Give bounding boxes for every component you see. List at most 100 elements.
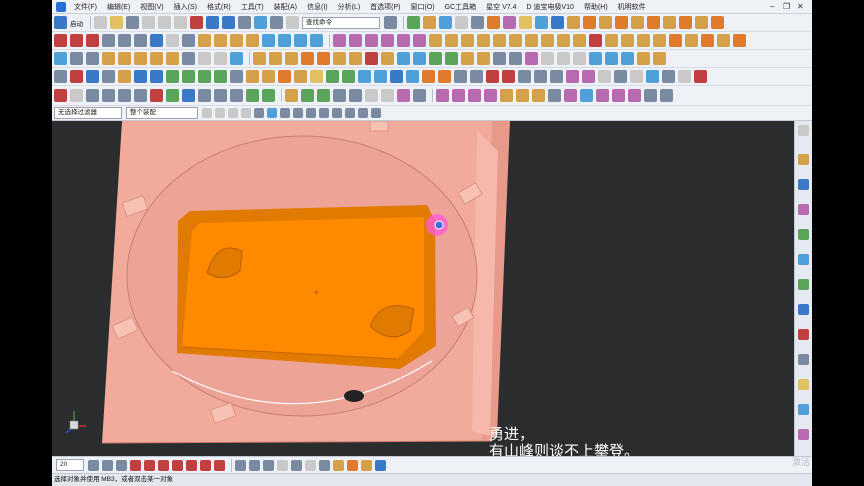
quadrant-point-icon[interactable]: [306, 108, 316, 118]
close-icon[interactable]: ✕: [797, 2, 804, 11]
lifter-icon[interactable]: [454, 70, 467, 83]
arrow-down-icon[interactable]: [182, 70, 195, 83]
electrode-spark-icon[interactable]: [326, 70, 339, 83]
mesh-icon[interactable]: [381, 89, 394, 102]
distance-icon[interactable]: [397, 89, 410, 102]
menu-xingkong[interactable]: 星空 V7.4: [481, 2, 521, 12]
patch-icon[interactable]: [573, 52, 586, 65]
surface-through-curves-icon[interactable]: [445, 34, 458, 47]
minimize-icon[interactable]: –: [770, 2, 774, 11]
existing-point-icon[interactable]: [358, 108, 368, 118]
part-navigator-icon[interactable]: [798, 154, 809, 165]
box-top-icon[interactable]: [599, 16, 612, 29]
section-analysis-icon[interactable]: [468, 89, 481, 102]
join-curve-icon[interactable]: [333, 34, 346, 47]
shaded-view-icon[interactable]: [347, 459, 358, 471]
polygon-icon[interactable]: [134, 34, 147, 47]
search-icon[interactable]: [384, 16, 397, 29]
menu-window[interactable]: 窗口(O): [406, 2, 440, 12]
slot-icon[interactable]: [166, 52, 179, 65]
scale-body-icon[interactable]: [493, 52, 506, 65]
replace-face-icon[interactable]: [413, 52, 426, 65]
insert-icon[interactable]: [470, 70, 483, 83]
cut-icon[interactable]: [142, 16, 155, 29]
menu-preferences[interactable]: 首选项(P): [365, 2, 405, 12]
synchronous-icon[interactable]: [589, 52, 602, 65]
box-back-icon[interactable]: [679, 16, 692, 29]
datum-plane-icon[interactable]: [230, 52, 243, 65]
pan-icon[interactable]: [130, 459, 141, 471]
draft-icon[interactable]: [349, 52, 362, 65]
history-icon[interactable]: [798, 279, 809, 290]
start-icon[interactable]: [54, 16, 67, 29]
text-icon[interactable]: [166, 34, 179, 47]
menu-file[interactable]: 文件(F): [69, 2, 102, 12]
electrode-design-icon[interactable]: [278, 70, 291, 83]
mirror-feature-icon[interactable]: [477, 52, 490, 65]
pattern-feature-icon[interactable]: [461, 52, 474, 65]
view-orient-icon[interactable]: [439, 16, 452, 29]
chain-icon[interactable]: [596, 89, 609, 102]
thicken-icon[interactable]: [541, 52, 554, 65]
circle-outline-icon[interactable]: [598, 70, 611, 83]
arc-icon[interactable]: [70, 34, 83, 47]
divide-curve-icon[interactable]: [349, 34, 362, 47]
restore-icon[interactable]: ❐: [783, 2, 790, 11]
pencil-icon[interactable]: [262, 89, 275, 102]
smooth-curve-icon[interactable]: [381, 34, 394, 47]
solid-box-icon[interactable]: [589, 34, 602, 47]
box-iso-icon[interactable]: [647, 16, 660, 29]
graphics-viewport[interactable]: + 勇进， 有山峰则谈不上攀登。: [52, 121, 794, 456]
center-point-icon[interactable]: [293, 108, 303, 118]
constraint-navigator-icon[interactable]: [798, 204, 809, 215]
electrode-drawing-icon[interactable]: [342, 70, 355, 83]
assembly-navigator-icon[interactable]: [798, 179, 809, 190]
solid-pad-icon[interactable]: [669, 34, 682, 47]
swap-icon[interactable]: [230, 89, 243, 102]
sketch-icon[interactable]: [54, 52, 67, 65]
process-studio-icon[interactable]: [798, 354, 809, 365]
ruler-icon[interactable]: [214, 89, 227, 102]
clock-icon[interactable]: [798, 304, 809, 315]
groove-icon[interactable]: [182, 52, 195, 65]
view-cube-icon[interactable]: [88, 459, 99, 471]
repeat-command-icon[interactable]: [238, 16, 251, 29]
offset-curve-icon[interactable]: [182, 34, 195, 47]
select-all-icon[interactable]: [215, 108, 225, 118]
menu-assembly[interactable]: 装配(A): [269, 2, 302, 12]
window-icon[interactable]: [270, 16, 283, 29]
split-body-icon[interactable]: [381, 52, 394, 65]
selection-scope-select[interactable]: 整个装配: [126, 107, 198, 119]
solid-cylinder-icon[interactable]: [605, 34, 618, 47]
menu-jiming-software[interactable]: 机明软件: [613, 2, 651, 12]
boss-icon[interactable]: [118, 52, 131, 65]
start-label[interactable]: 启动: [70, 18, 83, 28]
zoom-icon[interactable]: [116, 459, 127, 471]
inference-icon[interactable]: [186, 459, 197, 471]
extrude-icon[interactable]: [70, 52, 83, 65]
layer-icon[interactable]: [286, 16, 299, 29]
solid-boss-icon[interactable]: [685, 34, 698, 47]
surface-trim-icon[interactable]: [541, 34, 554, 47]
arrow-left-icon[interactable]: [134, 70, 147, 83]
sew-icon[interactable]: [557, 52, 570, 65]
render-view-icon[interactable]: [333, 459, 344, 471]
point-on-face-icon[interactable]: [158, 459, 169, 471]
cross-view-icon[interactable]: [263, 459, 274, 471]
menu-tools[interactable]: 工具(T): [236, 2, 269, 12]
gate-icon[interactable]: [518, 70, 531, 83]
extend-icon[interactable]: [214, 34, 227, 47]
mirror-curve-icon[interactable]: [397, 34, 410, 47]
clip-icon[interactable]: [564, 89, 577, 102]
slider-icon[interactable]: [438, 70, 451, 83]
chamfer-icon[interactable]: [317, 52, 330, 65]
open-folder-icon[interactable]: [110, 16, 123, 29]
table-icon[interactable]: [646, 70, 659, 83]
deviation-icon[interactable]: [484, 89, 497, 102]
wire-view-icon[interactable]: [375, 459, 386, 471]
electrode-bom-icon[interactable]: [294, 70, 307, 83]
chevron-right-icon[interactable]: [660, 89, 673, 102]
align-icon[interactable]: [230, 70, 243, 83]
move-face-icon[interactable]: [429, 52, 442, 65]
solid-slot-icon[interactable]: [733, 34, 746, 47]
